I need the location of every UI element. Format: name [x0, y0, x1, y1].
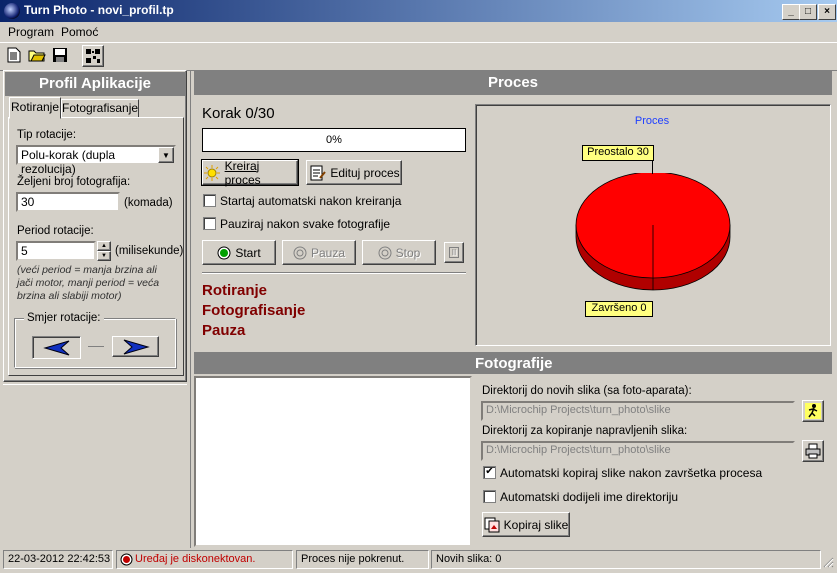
status-novih: Novih slika: 0 [431, 550, 821, 569]
window-title: Turn Photo - novi_profil.tp [24, 3, 174, 17]
pie-leader-preostalo [652, 160, 653, 174]
edituj-proces-button[interactable]: Edituj proces [306, 160, 402, 185]
pie-title: Proces [634, 115, 670, 127]
stop-button[interactable]: Stop [362, 240, 436, 265]
stage-fotografisanje: Fotografisanje [202, 302, 306, 319]
period-rotacije-label: Period rotacije: [17, 225, 94, 237]
left-empty-area [3, 384, 187, 548]
kopiraj-checkbox[interactable]: ✔ [483, 466, 496, 479]
broj-unit: (komada) [124, 197, 173, 209]
startaj-checkbox[interactable] [203, 194, 216, 207]
startaj-label: Startaj automatski nakon kreiranja [220, 194, 402, 208]
printer-icon [805, 443, 821, 459]
stage-rotiranje: Rotiranje [202, 282, 268, 299]
chevron-down-icon[interactable]: ▼ [158, 147, 174, 163]
rotate-right-button[interactable] [112, 336, 159, 357]
menu-bar: Program Pomoć [0, 22, 837, 41]
resize-grip-icon[interactable] [822, 556, 834, 568]
proces-header: Proces [194, 71, 832, 95]
pause-small-button[interactable]: II [444, 242, 464, 263]
menu-program[interactable]: Program [8, 25, 54, 39]
tab-rotiranje[interactable]: Rotiranje [9, 97, 61, 119]
pie-label-preostalo: Preostalo 30 [582, 145, 654, 161]
period-rotacije-input[interactable]: 5 [16, 241, 96, 261]
pause-circle-icon [293, 246, 307, 259]
dir-kopiranje-label: Direktorij za kopiranje napravljenih sli… [482, 425, 688, 437]
qr-code-icon[interactable] [82, 45, 104, 67]
dir-novih-input[interactable]: D:\Microchip Projects\turn_photo\slike [481, 401, 795, 421]
pie-label-zavrseno: Završeno 0 [585, 301, 653, 317]
maximize-button[interactable]: □ [799, 4, 817, 20]
direction-divider [88, 346, 104, 347]
minimize-button[interactable]: _ [782, 4, 800, 20]
broj-fotografija-input[interactable]: 30 [16, 192, 120, 212]
period-unit: (milisekunde) [115, 245, 184, 257]
status-datetime: 22-03-2012 22:42:53 [3, 550, 113, 569]
disconnected-icon [120, 553, 133, 566]
dodijeli-checkbox[interactable] [483, 490, 496, 503]
arrow-right-icon [123, 339, 150, 354]
korak-counter: Korak 0/30 [202, 105, 275, 122]
status-device: Uređaj je diskonektovan. [116, 550, 293, 569]
photos-list[interactable] [194, 376, 472, 547]
smjer-rotacije-label: Smjer rotacije: [24, 312, 104, 324]
tip-rotacije-label: Tip rotacije: [17, 129, 77, 141]
browse-kopiranje-button[interactable] [802, 440, 824, 462]
period-note: (veći period = manja brzina ali jači mot… [17, 264, 160, 302]
kopiraj-slike-button[interactable]: Kopiraj slike [482, 512, 570, 537]
title-bar: Turn Photo - novi_profil.tp _ □ × [0, 0, 837, 22]
new-file-icon[interactable] [4, 45, 24, 65]
stop-circle-icon [378, 246, 392, 259]
menu-pomoc[interactable]: Pomoć [61, 25, 98, 39]
pauziraj-checkbox[interactable] [203, 217, 216, 230]
kopiraj-checkbox-label: Automatski kopiraj slike nakon završetka… [500, 466, 763, 480]
dir-kopiranje-input[interactable]: D:\Microchip Projects\turn_photo\slike [481, 441, 795, 461]
spin-up-icon[interactable]: ▲ [97, 241, 111, 251]
start-button[interactable]: Start [202, 240, 276, 265]
pauza-label: Pauza [310, 245, 346, 260]
save-icon[interactable] [50, 45, 70, 65]
pauza-button[interactable]: Pauza [282, 240, 356, 265]
kreiraj-label: Kreiraj proces [224, 158, 261, 187]
tab-fotografisanje[interactable]: Fotografisanje [61, 99, 139, 118]
pie-chart [575, 173, 731, 291]
edit-document-icon [310, 165, 327, 180]
stop-label: Stop [395, 245, 421, 260]
kopiraj-slike-label: Kopiraj slike [503, 517, 569, 532]
stage-pauza: Pauza [202, 322, 246, 339]
copy-images-icon [484, 517, 500, 532]
edituj-label: Edituj proces [330, 165, 400, 180]
status-device-text: Uređaj je diskonektovan. [135, 553, 256, 565]
browse-novih-button[interactable] [802, 400, 824, 422]
start-label: Start [235, 245, 261, 260]
dodijeli-checkbox-label: Automatski dodijeli ime direktoriju [500, 490, 679, 504]
spin-down-icon[interactable]: ▼ [97, 251, 111, 261]
kreiraj-proces-button[interactable]: Kreiraj proces [201, 158, 299, 187]
broj-fotografija-label: Željeni broj fotografija: [17, 176, 131, 188]
app-icon [4, 3, 20, 19]
pie-chart-area: Proces Preostalo 30 Završeno 0 [475, 104, 831, 346]
close-button[interactable]: × [818, 4, 836, 20]
dir-novih-label: Direktorij do novih slika (sa foto-apara… [482, 385, 692, 397]
progress-bar: 0% [202, 128, 466, 152]
green-circle-icon [217, 246, 231, 259]
rotate-left-button[interactable] [32, 336, 81, 359]
tip-rotacije-select[interactable]: Polu-korak (dupla rezolucija) ▼ [16, 145, 176, 176]
status-proces: Proces nije pokrenut. [296, 550, 429, 569]
sun-icon [204, 164, 220, 181]
pauziraj-label: Pauziraj nakon svake fotografije [220, 217, 391, 231]
fotografije-header: Fotografije [475, 355, 553, 372]
pause-icon: II [448, 247, 460, 258]
splitter[interactable] [190, 70, 191, 548]
proces-divider [202, 272, 466, 274]
arrow-left-icon [42, 340, 69, 355]
progress-text: 0% [326, 134, 342, 146]
running-man-icon [805, 403, 821, 419]
toolbar [0, 42, 837, 71]
profile-header: Profil Aplikacije [5, 72, 185, 96]
open-folder-icon[interactable] [27, 45, 47, 65]
